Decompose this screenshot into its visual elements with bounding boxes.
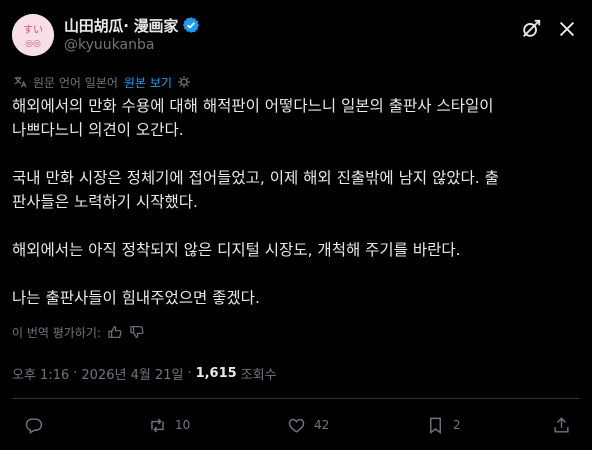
separator-dot: ·	[73, 365, 78, 381]
avatar-text: すい	[23, 24, 43, 36]
handle[interactable]: @kyuukanba	[64, 37, 154, 53]
verified-badge-icon	[183, 17, 200, 33]
like-icon	[288, 418, 305, 433]
avatar[interactable]: すい ◎◎	[12, 14, 54, 56]
post-body: 해외에서의 만화 수용에 대해 해적판이 어떻다느니 일본의 출판사 스타일이 …	[12, 94, 584, 310]
svg-text:◎◎: ◎◎	[25, 39, 41, 49]
reply-button[interactable]	[24, 415, 51, 435]
translation-note: 원문 언어 일본어	[33, 75, 118, 90]
show-original-link[interactable]: 원본 보기	[124, 74, 172, 91]
share-icon	[554, 416, 569, 433]
rate-translation-label: 이 번역 평가하기:	[12, 325, 101, 340]
bookmark-count: 2	[453, 418, 461, 432]
repost-count: 10	[175, 418, 191, 432]
thumbs-up-icon[interactable]	[107, 324, 123, 340]
view-label: 조회수	[240, 367, 277, 383]
repost-button[interactable]: 10	[148, 415, 190, 435]
separator-dot: ·	[187, 365, 192, 381]
display-name[interactable]: 山田胡瓜· 漫画家	[64, 15, 178, 36]
action-bar: 10 42 2	[12, 410, 580, 440]
post-date[interactable]: 2026년 4월 21일	[81, 364, 183, 383]
post-meta: 오후 1:16 · 2026년 4월 21일 · 1,615 조회수	[12, 362, 277, 384]
bookmark-icon	[430, 417, 441, 434]
bookmark-button[interactable]: 2	[426, 415, 461, 435]
thumbs-down-icon[interactable]	[129, 324, 145, 340]
view-count: 1,615	[195, 365, 237, 381]
post-paragraph: 국내 만화 시장은 정체기에 접어들었고, 이제 해외 진출밖에 남지 않았다.…	[12, 169, 499, 211]
post-paragraph: 해외에서는 아직 정착되지 않은 디지털 시장도, 개척해 주기를 바란다.	[12, 241, 461, 259]
reply-icon	[25, 417, 43, 434]
info-icon[interactable]	[177, 75, 191, 89]
name-row: 山田胡瓜· 漫画家	[64, 15, 200, 35]
divider	[12, 398, 580, 399]
share-button[interactable]	[552, 415, 571, 435]
translation-bar: 원문 언어 일본어 원본 보기	[12, 72, 191, 92]
post-time[interactable]: 오후 1:16	[12, 364, 69, 383]
translate-icon	[14, 76, 27, 88]
post-paragraph: 나는 출판사들이 힘내주었으면 좋겠다.	[12, 289, 260, 307]
avatar-image: すい ◎◎	[12, 14, 54, 56]
like-button[interactable]: 42	[287, 415, 329, 435]
repost-icon	[151, 418, 164, 432]
post-header: すい ◎◎ 山田胡瓜· 漫画家 @kyuukanba	[12, 12, 580, 58]
like-count: 42	[314, 418, 330, 432]
grok-icon[interactable]	[520, 18, 542, 40]
more-icon[interactable]	[556, 18, 578, 40]
post-paragraph: 해외에서의 만화 수용에 대해 해적판이 어떻다느니 일본의 출판사 스타일이 …	[12, 97, 494, 139]
rate-translation-row: 이 번역 평가하기:	[12, 322, 145, 342]
